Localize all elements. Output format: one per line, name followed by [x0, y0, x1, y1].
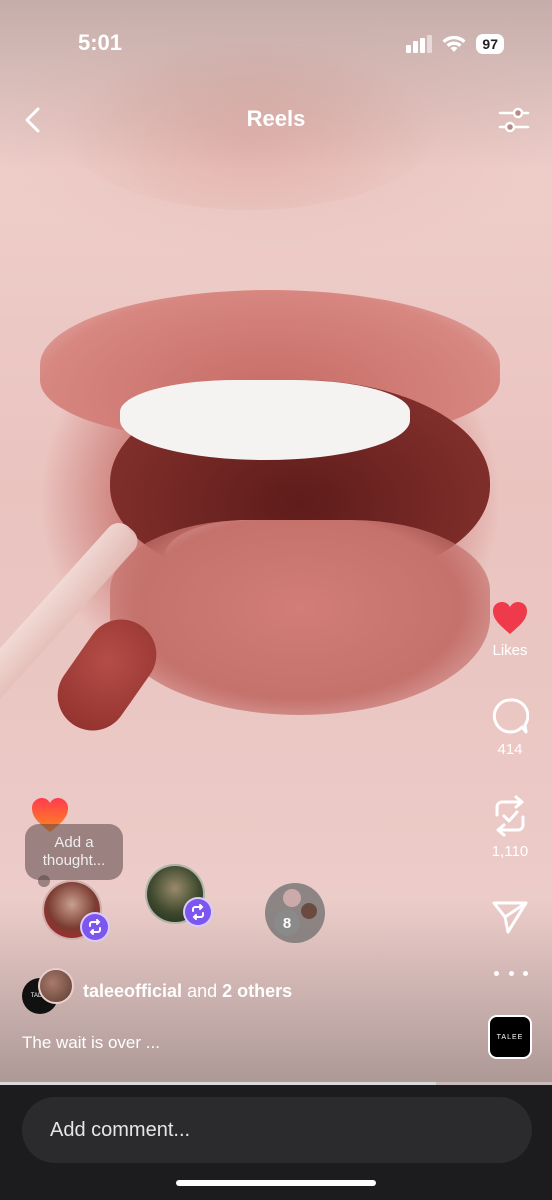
status-time: 5:01	[78, 30, 123, 55]
reel-caption[interactable]: The wait is over ...	[22, 1033, 160, 1053]
repost-badge-1	[80, 912, 110, 942]
comment-button[interactable]: 414	[488, 697, 532, 758]
send-icon	[492, 901, 528, 934]
home-indicator	[176, 1180, 376, 1186]
author-row[interactable]: TALEE taleeofficial and 2 others	[22, 968, 292, 1014]
video-teeth	[120, 380, 410, 460]
repost-badge-2	[183, 897, 213, 927]
reposts-count: 1,110	[491, 843, 529, 860]
wifi-icon	[442, 35, 466, 52]
comments-count: 414	[497, 741, 523, 758]
author-conjunction: and	[187, 980, 218, 1001]
repost-badge-icon	[192, 904, 204, 920]
share-button[interactable]	[488, 900, 532, 934]
more-options-icon[interactable]	[494, 966, 528, 980]
top-gradient	[0, 0, 552, 170]
audio-thumbnail[interactable]: TALEE	[488, 1015, 532, 1059]
comment-bar: Add comment...	[0, 1085, 552, 1200]
battery-indicator: 97	[476, 34, 504, 54]
signal-icon	[406, 35, 433, 53]
group-avatar-mini-2	[301, 903, 317, 919]
repost-button[interactable]: 1,110	[488, 795, 532, 860]
like-button[interactable]: Likes	[488, 600, 532, 659]
status-icons: 97	[406, 34, 504, 54]
comment-icon	[492, 698, 529, 734]
add-thought-bubble[interactable]: Add a thought...	[25, 824, 123, 880]
heart-icon	[493, 602, 527, 634]
reels-screen: 5:01 97 Reels Likes 414 1,110 TALEE Add …	[0, 0, 552, 1200]
author-avatar[interactable]: TALEE	[22, 968, 74, 1014]
filter-icon[interactable]	[498, 104, 530, 136]
thought-tail	[38, 875, 50, 887]
likes-label: Likes	[492, 642, 528, 659]
coauthor-avatar	[38, 968, 74, 1004]
repost-icon	[495, 795, 525, 837]
author-others[interactable]: 2 others	[222, 981, 292, 1001]
repost-badge-icon	[89, 919, 101, 935]
group-avatar-mini-1	[283, 889, 301, 907]
author-username[interactable]: taleeofficial	[83, 981, 182, 1001]
page-title: Reels	[246, 106, 306, 131]
comment-input[interactable]: Add comment...	[22, 1097, 532, 1163]
video-lower-lip	[110, 520, 490, 715]
author-line: taleeofficial and 2 others	[83, 981, 292, 1002]
repost-count-badge: 8	[274, 910, 300, 936]
